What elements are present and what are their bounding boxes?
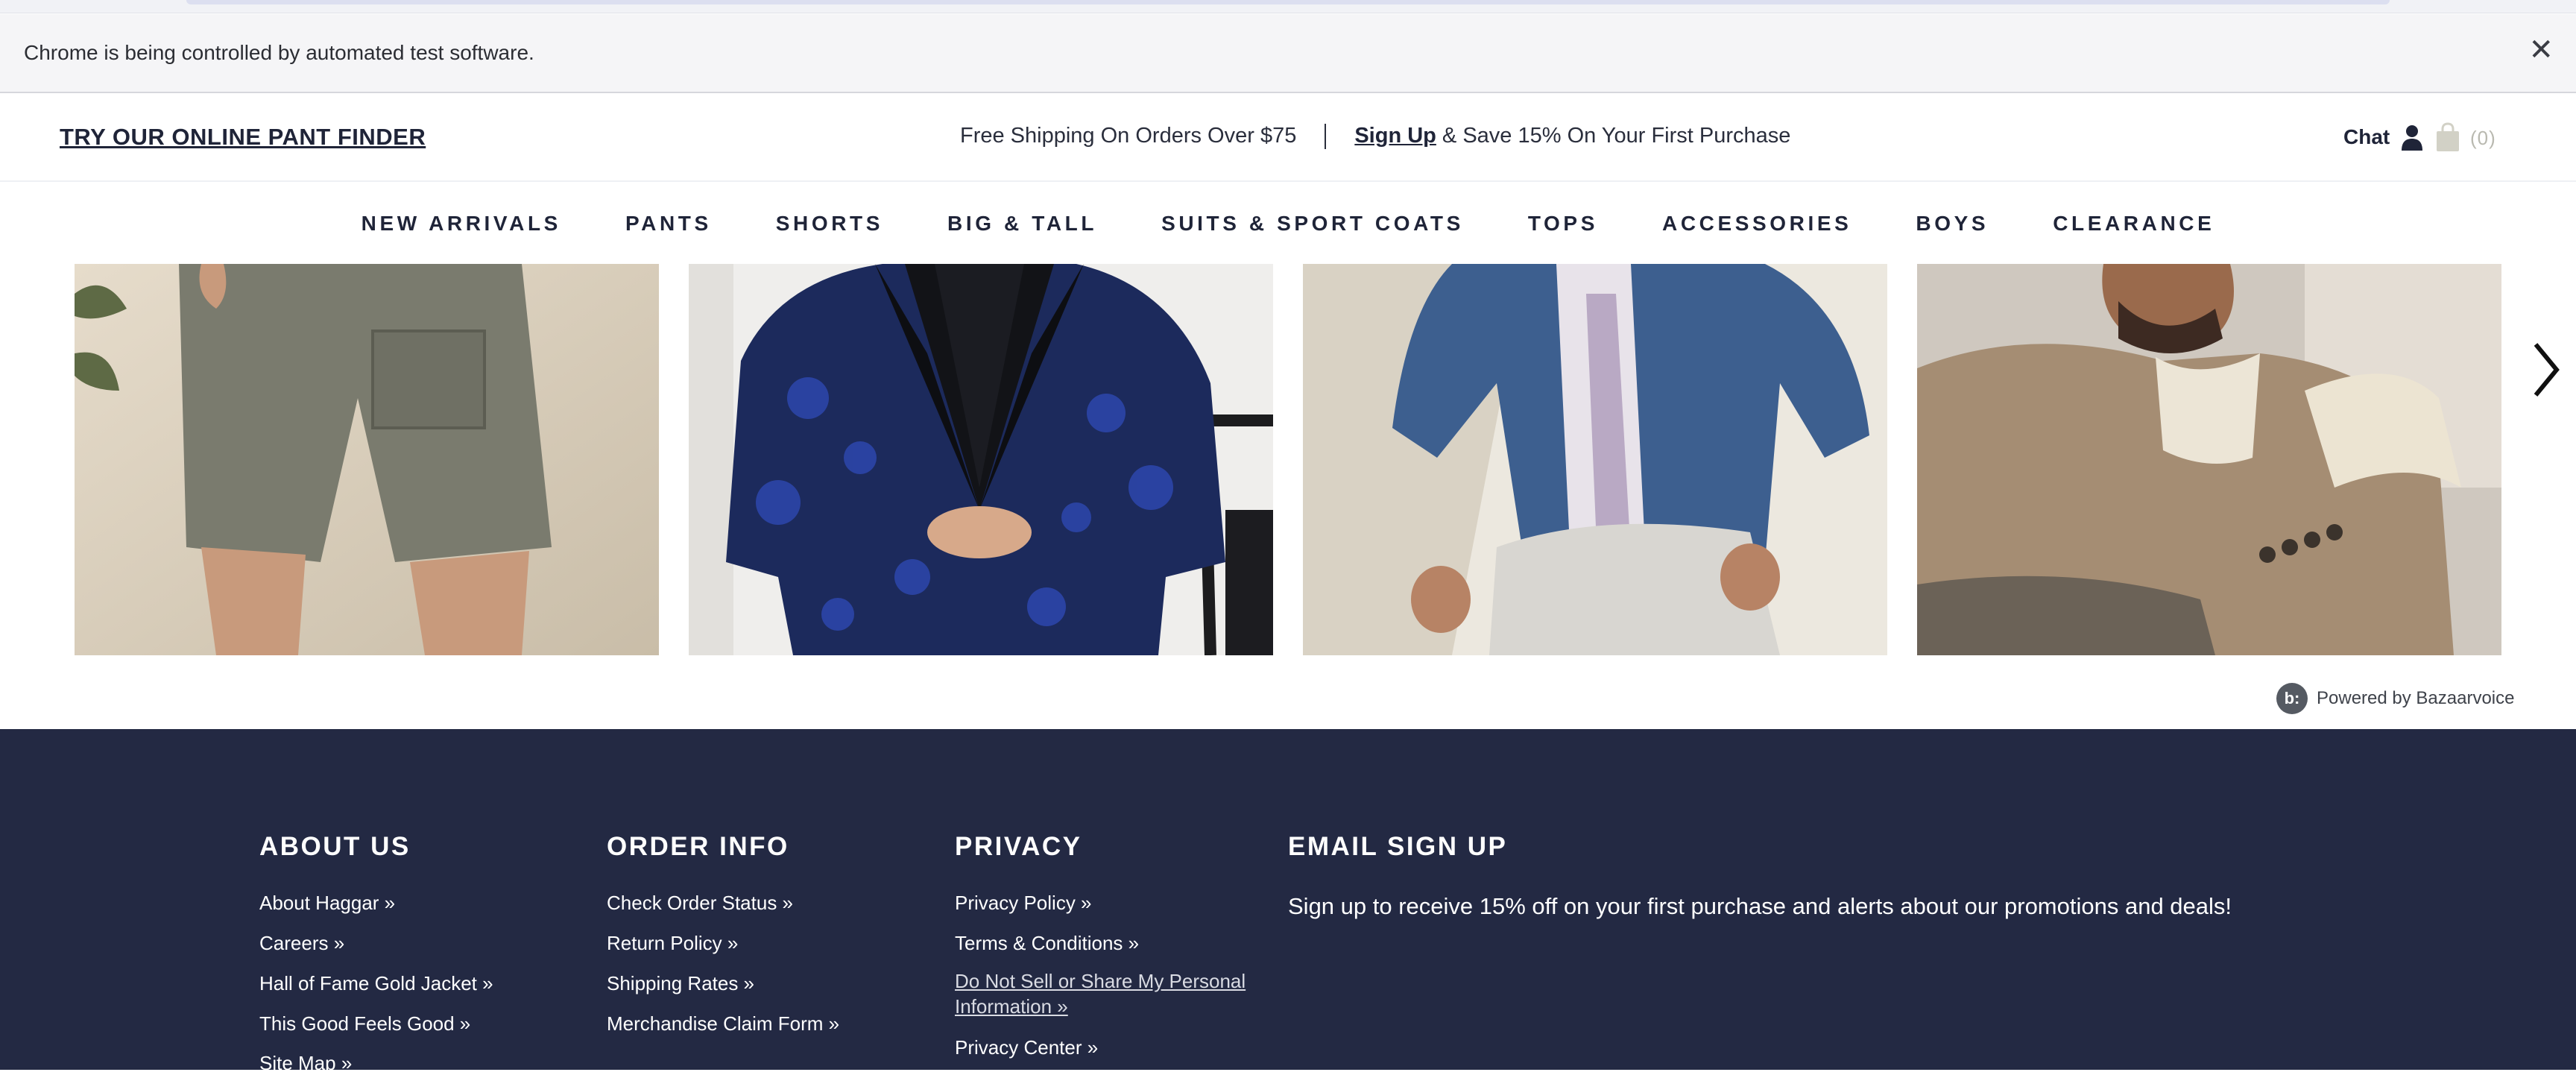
user-icon[interactable] — [2400, 124, 2424, 151]
tan-blazer-photo[interactable] — [1917, 264, 2501, 655]
about-heading: ABOUT US — [259, 832, 411, 861]
nav-big-tall[interactable]: BIG & TALL — [947, 212, 1097, 236]
site-footer: ABOUT US About Haggar » Careers » Hall o… — [0, 729, 2576, 1074]
nav-suits-sport-coats[interactable]: SUITS & SPORT COATS — [1161, 212, 1464, 236]
check-order-link[interactable]: Check Order Status » — [607, 892, 793, 915]
promo-message: Free Shipping On Orders Over $75 Sign Up … — [960, 124, 1791, 150]
bazaarvoice-logo: b: — [2276, 683, 2308, 714]
site-map-link[interactable]: Site Map » — [259, 1052, 352, 1075]
promo-bar: TRY OUR ONLINE PANT FINDER Free Shipping… — [0, 94, 2576, 182]
signup-offer-text: & Save 15% On Your First Purchase — [1436, 124, 1791, 148]
chat-link[interactable]: Chat — [2343, 125, 2390, 149]
do-not-sell-link[interactable]: Do Not Sell or Share My Personal Informa… — [955, 968, 1268, 1019]
hall-of-fame-link[interactable]: Hall of Fame Gold Jacket » — [259, 972, 493, 995]
powered-by-text[interactable]: Powered by Bazaarvoice — [2317, 688, 2514, 709]
bazaarvoice-attribution: b: Powered by Bazaarvoice — [2276, 683, 2514, 714]
about-haggar-link[interactable]: About Haggar » — [259, 892, 395, 915]
main-nav: NEW ARRIVALS PANTS SHORTS BIG & TALL SUI… — [0, 183, 2576, 264]
sign-up-link[interactable]: Sign Up — [1354, 124, 1436, 148]
merchandise-claim-link[interactable]: Merchandise Claim Form » — [607, 1012, 839, 1035]
shipping-rates-link[interactable]: Shipping Rates » — [607, 972, 754, 995]
automation-infobar: Chrome is being controlled by automated … — [0, 14, 2576, 93]
product-gallery — [75, 264, 2560, 655]
infobar-message: Chrome is being controlled by automated … — [24, 41, 534, 64]
cargo-shorts-photo[interactable] — [75, 264, 659, 655]
privacy-policy-link[interactable]: Privacy Policy » — [955, 892, 1092, 915]
free-shipping-text: Free Shipping On Orders Over $75 — [960, 124, 1297, 148]
nav-shorts[interactable]: SHORTS — [776, 212, 883, 236]
careers-link[interactable]: Careers » — [259, 932, 344, 955]
pant-finder-link[interactable]: TRY OUR ONLINE PANT FINDER — [60, 124, 426, 151]
chevron-right-icon[interactable] — [2531, 341, 2561, 398]
good-feels-good-link[interactable]: This Good Feels Good » — [259, 1012, 470, 1035]
blue-paisley-tuxedo-jacket-photo[interactable] — [689, 264, 1273, 655]
nav-tops[interactable]: TOPS — [1528, 212, 1598, 236]
nav-clearance[interactable]: CLEARANCE — [2053, 212, 2214, 236]
address-bar-edge — [186, 0, 2390, 4]
email-heading: EMAIL SIGN UP — [1288, 832, 1508, 861]
nav-boys[interactable]: BOYS — [1916, 212, 1989, 236]
promo-divider — [1325, 124, 1327, 150]
denim-jacket-photo[interactable] — [1303, 264, 1887, 655]
nav-new-arrivals[interactable]: NEW ARRIVALS — [362, 212, 561, 236]
order-heading: ORDER INFO — [607, 832, 789, 861]
cart-count[interactable]: (0) — [2470, 127, 2496, 150]
terms-link[interactable]: Terms & Conditions » — [955, 932, 1139, 955]
email-signup-description: Sign up to receive 15% off on your first… — [1288, 893, 2232, 919]
nav-pants[interactable]: PANTS — [625, 212, 712, 236]
return-policy-link[interactable]: Return Policy » — [607, 932, 738, 955]
infobar-close-icon[interactable]: ✕ — [2528, 35, 2554, 65]
browser-top-strip — [0, 0, 2576, 13]
privacy-center-link[interactable]: Privacy Center » — [955, 1036, 1098, 1059]
privacy-heading: PRIVACY — [955, 832, 1082, 861]
shopping-bag-icon[interactable] — [2434, 122, 2461, 152]
nav-accessories[interactable]: ACCESSORIES — [1662, 212, 1852, 236]
